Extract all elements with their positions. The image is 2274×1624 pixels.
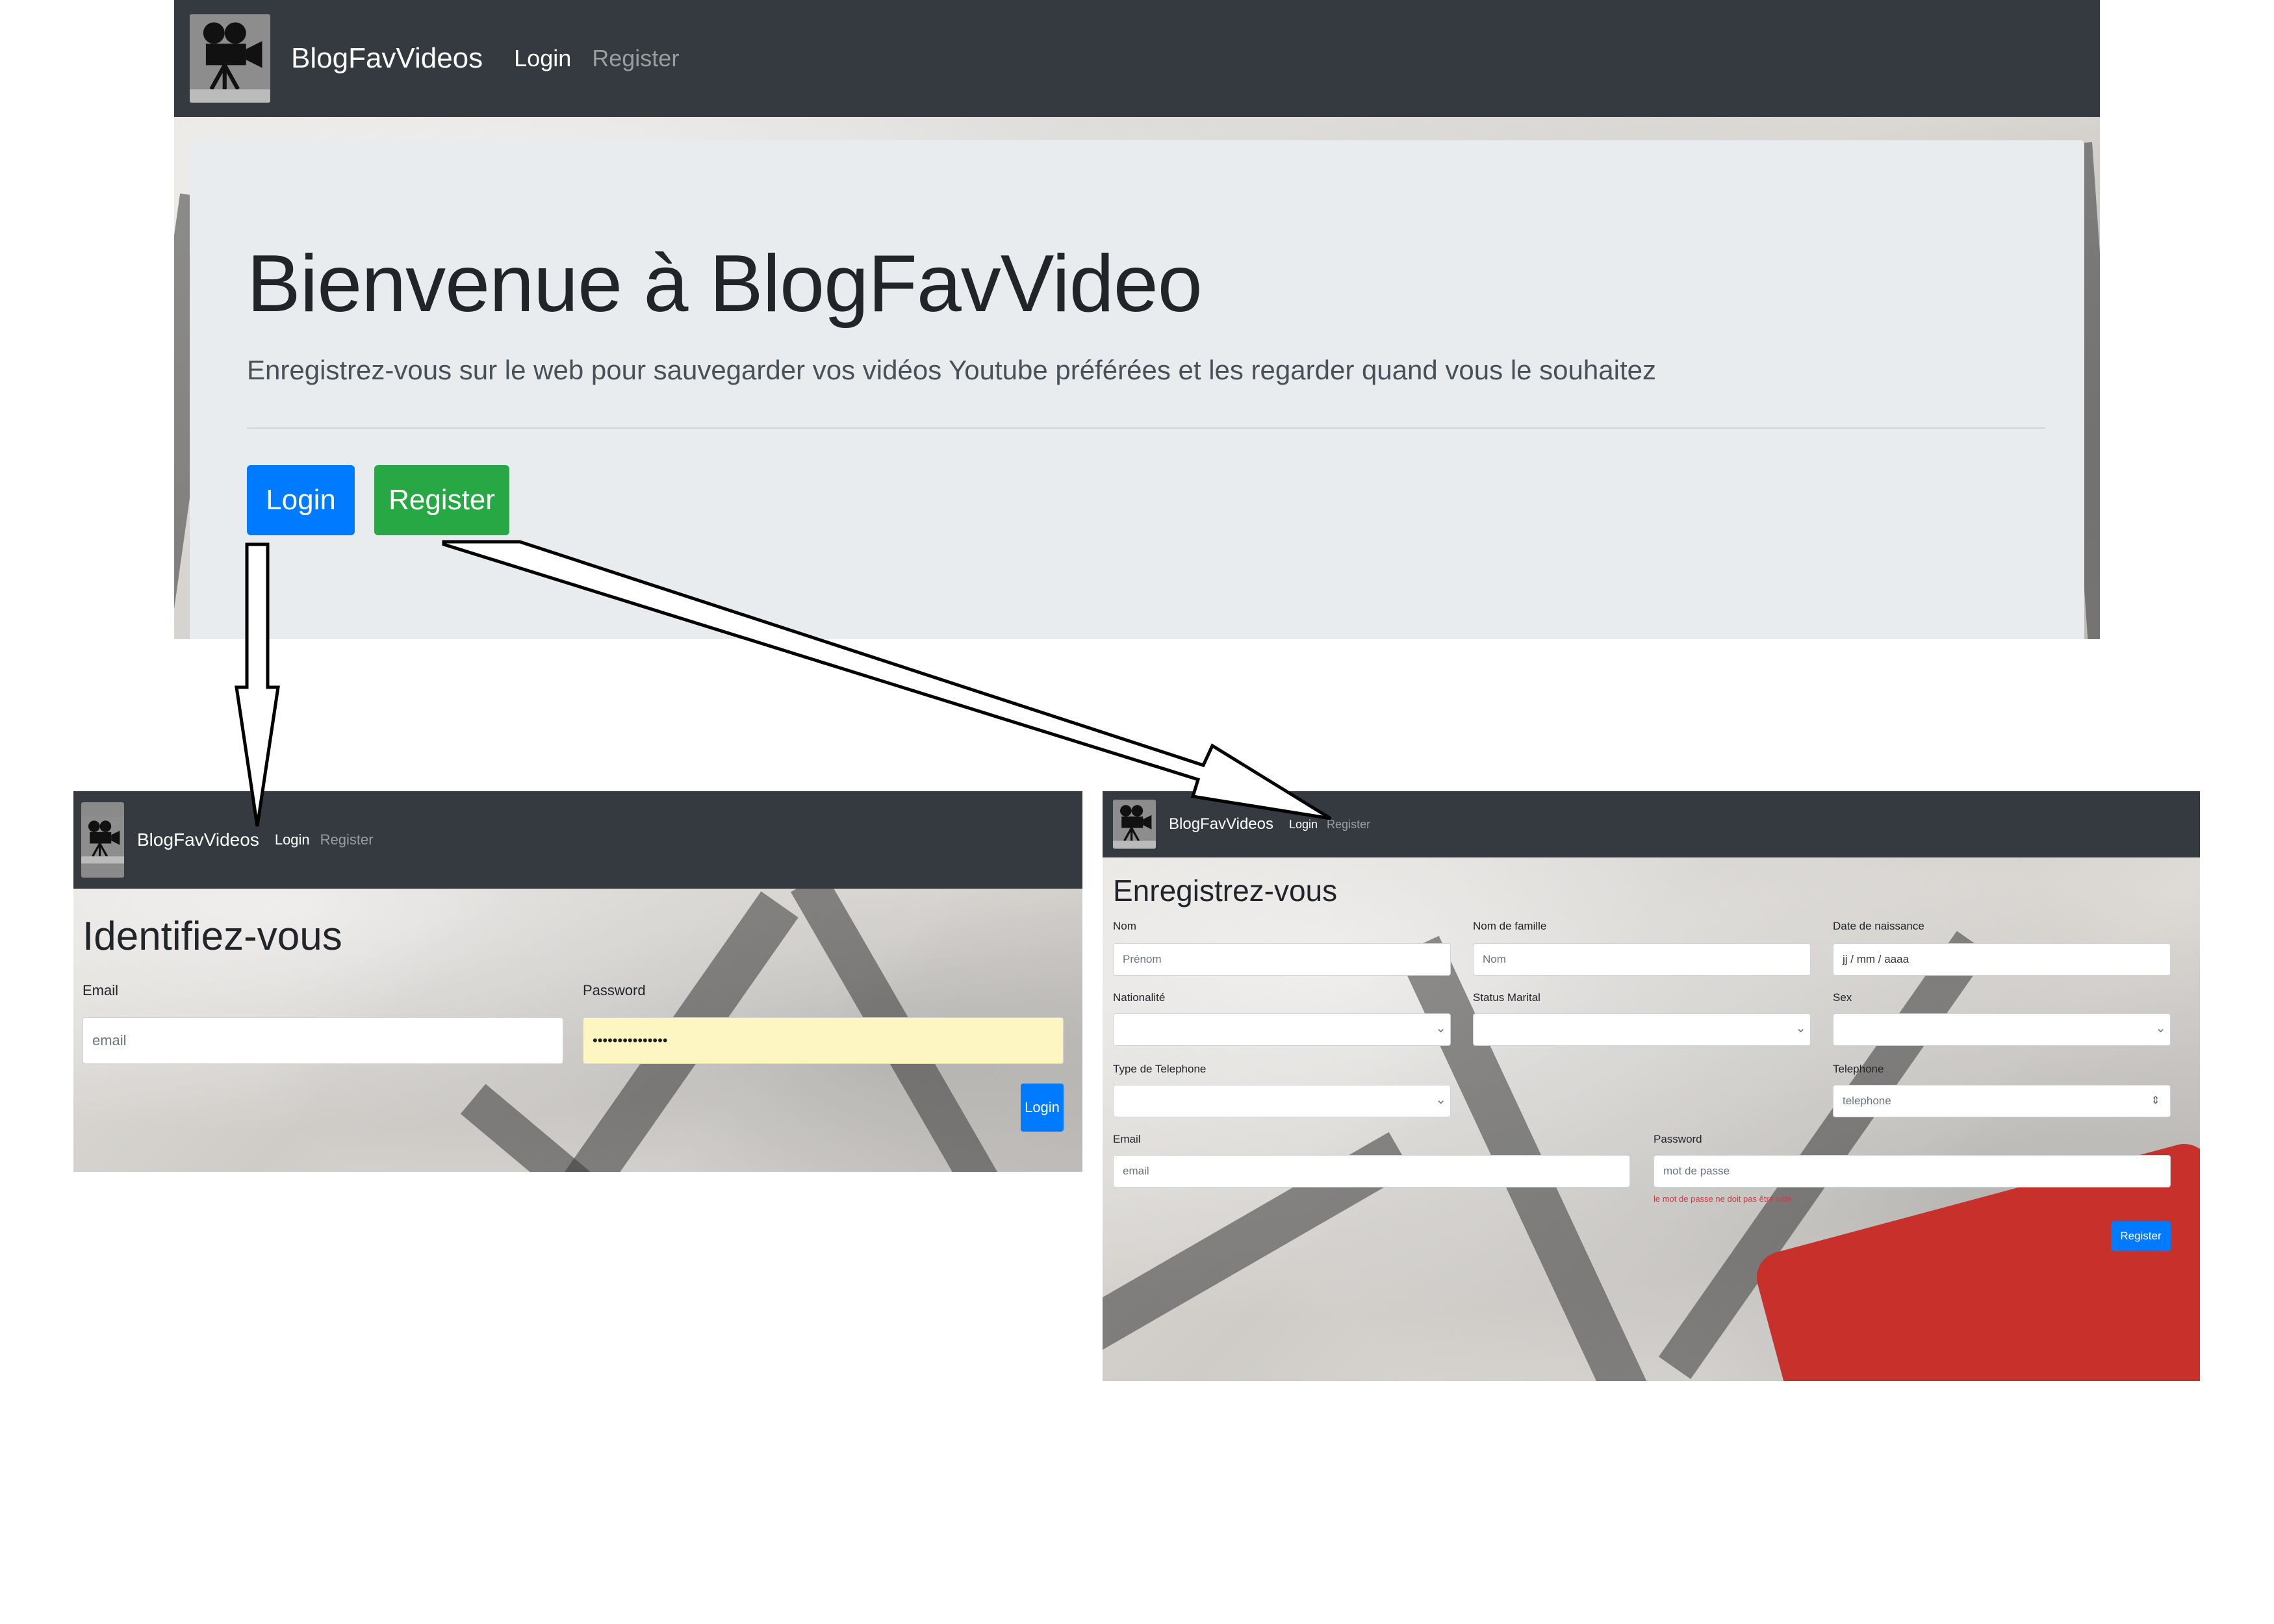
nom-famille-input[interactable]: Nom bbox=[1473, 943, 1811, 976]
nav-login[interactable]: Login bbox=[275, 831, 310, 848]
telephone-label: Telephone bbox=[1833, 1063, 1884, 1075]
navbar: BlogFavVideos Login Register bbox=[1103, 791, 2200, 857]
brand-name[interactable]: BlogFavVideos bbox=[137, 830, 259, 850]
nav-login[interactable]: Login bbox=[514, 45, 571, 72]
page-title: Enregistrez-vous bbox=[1113, 874, 1338, 907]
login-screenshot: BlogFavVideos Login Register Identifiez-… bbox=[73, 791, 1082, 1172]
password-label: Password bbox=[1654, 1133, 1702, 1145]
nationalite-select[interactable] bbox=[1113, 1013, 1451, 1046]
email-input[interactable]: email bbox=[1113, 1155, 1630, 1187]
register-button[interactable]: Register bbox=[374, 465, 509, 535]
password-error: le mot de passe ne doit pas être vide bbox=[1654, 1194, 1792, 1204]
telephone-input[interactable]: telephone bbox=[1833, 1085, 2171, 1117]
type-tel-select[interactable] bbox=[1113, 1085, 1451, 1117]
divider bbox=[247, 427, 2045, 429]
nav-login[interactable]: Login bbox=[1289, 818, 1318, 831]
email-label: Email bbox=[83, 982, 119, 998]
page-title: Identifiez-vous bbox=[83, 914, 342, 959]
login-button[interactable]: Login bbox=[247, 465, 355, 535]
nom-famille-label: Nom de famille bbox=[1473, 920, 1547, 932]
page-title: Bienvenue à BlogFavVideo bbox=[247, 239, 1203, 329]
login-submit-button[interactable]: Login bbox=[1021, 1084, 1064, 1132]
nom-input[interactable]: Prénom bbox=[1113, 943, 1451, 976]
brand-name[interactable]: BlogFavVideos bbox=[291, 42, 483, 75]
film-camera-icon[interactable] bbox=[81, 802, 124, 878]
nav-register[interactable]: Register bbox=[320, 831, 374, 848]
sex-select[interactable] bbox=[1833, 1013, 2171, 1046]
date-input[interactable]: jj / mm / aaaa bbox=[1833, 943, 2171, 976]
status-select[interactable] bbox=[1473, 1013, 1811, 1046]
home-screenshot: BlogFavVideos Login Register Bienvenue à… bbox=[174, 0, 2100, 639]
navbar: BlogFavVideos Login Register bbox=[73, 791, 1082, 889]
navbar: BlogFavVideos Login Register bbox=[174, 0, 2100, 117]
number-spinner-icon[interactable]: ⇕ bbox=[2151, 1094, 2160, 1107]
password-input[interactable]: mot de passe bbox=[1654, 1155, 2171, 1187]
nav-register[interactable]: Register bbox=[592, 45, 679, 72]
type-tel-label: Type de Telephone bbox=[1113, 1063, 1207, 1075]
register-screenshot: BlogFavVideos Login Register Enregistrez… bbox=[1103, 791, 2200, 1381]
status-label: Status Marital bbox=[1473, 991, 1540, 1004]
nom-label: Nom bbox=[1113, 920, 1136, 932]
password-label: Password bbox=[583, 982, 646, 998]
brand-name[interactable]: BlogFavVideos bbox=[1169, 815, 1273, 833]
nav-register[interactable]: Register bbox=[1327, 818, 1370, 831]
email-input[interactable]: email bbox=[83, 1017, 563, 1064]
jumbotron: Bienvenue à BlogFavVideo Enregistrez-vou… bbox=[190, 140, 2084, 639]
film-camera-icon[interactable] bbox=[1113, 800, 1156, 849]
password-input[interactable]: ••••••••••••••• bbox=[583, 1017, 1064, 1064]
register-submit-button[interactable]: Register bbox=[2111, 1221, 2171, 1251]
nationalite-label: Nationalité bbox=[1113, 991, 1166, 1004]
date-label: Date de naissance bbox=[1833, 920, 1924, 932]
sex-label: Sex bbox=[1833, 991, 1852, 1004]
lead-text: Enregistrez-vous sur le web pour sauvega… bbox=[247, 355, 1656, 385]
email-label: Email bbox=[1113, 1133, 1141, 1145]
film-camera-icon[interactable] bbox=[190, 14, 270, 103]
